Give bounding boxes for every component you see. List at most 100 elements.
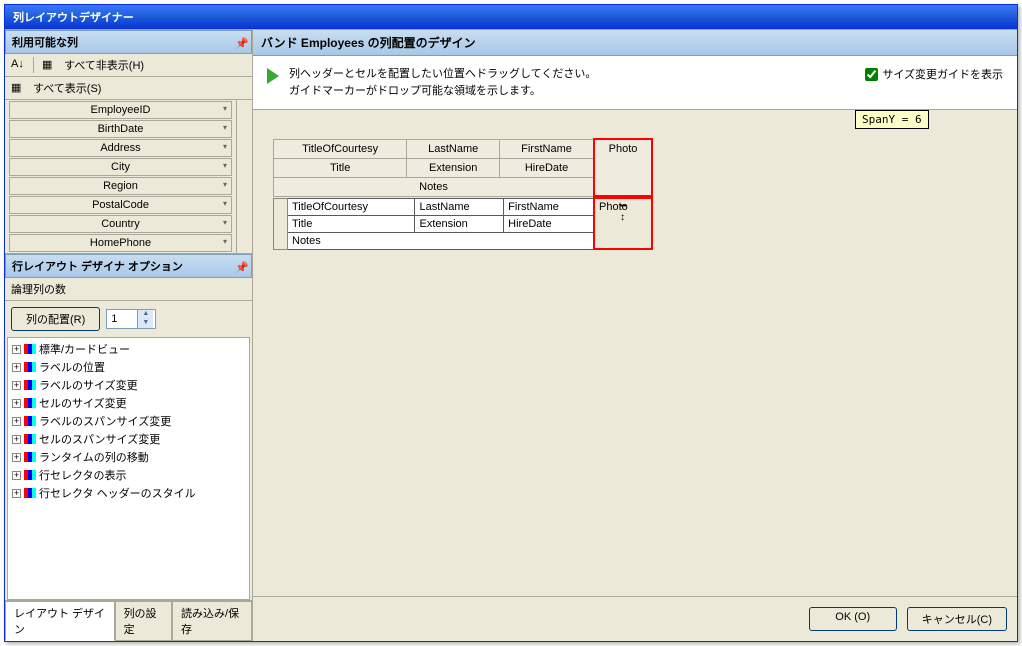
tree-item[interactable]: + ラベルの位置: [10, 358, 247, 376]
grid-icon[interactable]: ▦: [42, 58, 56, 72]
column-item[interactable]: City: [9, 158, 232, 176]
design-surface[interactable]: SpanY = 6 TitleOfCourtesy LastName First…: [253, 110, 1017, 596]
tree-item[interactable]: + ランタイムの列の移動: [10, 448, 247, 466]
tab-column-settings[interactable]: 列の設定: [115, 601, 172, 641]
window-title: 列レイアウトデザイナー: [13, 12, 134, 24]
available-columns-label: 利用可能な列: [12, 34, 78, 50]
data-layout-table[interactable]: TitleOfCourtesy LastName FirstName Photo…: [273, 197, 653, 250]
arrange-row: 列の配置(R) ▲ ▼: [5, 301, 252, 337]
tree-item[interactable]: + 行セレクタの表示: [10, 466, 247, 484]
color-icon: [24, 470, 36, 480]
tree-item[interactable]: + セルのスパンサイズ変更: [10, 430, 247, 448]
tree-label: ラベルの位置: [39, 359, 105, 375]
data-cell-photo[interactable]: Photo ━↕: [594, 198, 652, 249]
tree-label: セルのスパンサイズ変更: [39, 431, 160, 447]
expand-icon[interactable]: +: [12, 381, 21, 390]
spinner-down[interactable]: ▼: [137, 319, 153, 328]
tree-item[interactable]: +セルのサイズ変更: [10, 394, 247, 412]
available-columns-header: 利用可能な列 📌: [5, 30, 252, 54]
arrange-columns-button[interactable]: 列の配置(R): [11, 307, 100, 331]
left-panel: 利用可能な列 📌 A↓ ▦ すべて非表示(H) ▦ すべて表示(S) Emplo…: [5, 30, 253, 641]
column-item[interactable]: Address: [9, 139, 232, 157]
options-header: 行レイアウト デザイナ オプション 📌: [5, 254, 252, 278]
column-item[interactable]: PostalCode: [9, 196, 232, 214]
header-cell-photo[interactable]: Photo: [594, 139, 652, 196]
data-cell[interactable]: Extension: [415, 215, 504, 232]
data-cell[interactable]: Title: [288, 215, 415, 232]
play-icon: [267, 68, 279, 84]
tree-label: ラベルのスパンサイズ変更: [39, 413, 171, 429]
hide-all-link[interactable]: すべて非表示(H): [64, 57, 144, 73]
data-cell[interactable]: FirstName: [504, 198, 594, 215]
header-cell[interactable]: TitleOfCourtesy: [274, 139, 407, 158]
tree-label: ランタイムの列の移動: [39, 449, 149, 465]
header-cell[interactable]: FirstName: [500, 139, 594, 158]
color-icon: [24, 452, 36, 462]
resize-cursor-icon: ━↕: [620, 201, 626, 223]
sort-az-icon[interactable]: A↓: [11, 58, 25, 72]
separator: [33, 57, 34, 73]
expand-icon[interactable]: +: [12, 399, 21, 408]
pin-icon[interactable]: 📌: [235, 261, 245, 271]
logical-cols-spinner[interactable]: ▲ ▼: [106, 309, 156, 329]
color-icon: [24, 434, 36, 444]
expand-icon[interactable]: +: [12, 417, 21, 426]
expand-icon[interactable]: +: [12, 435, 21, 444]
tree-item[interactable]: + ラベルのスパンサイズ変更: [10, 412, 247, 430]
right-panel: バンド Employees の列配置のデザイン 列ヘッダーとセルを配置したい位置…: [253, 30, 1017, 641]
header-cell[interactable]: Extension: [407, 158, 500, 177]
header-layout-table[interactable]: TitleOfCourtesy LastName FirstName Photo…: [273, 138, 653, 197]
tree-label: 行セレクタの表示: [39, 467, 127, 483]
expand-icon[interactable]: +: [12, 489, 21, 498]
tree-label: 行セレクタ ヘッダーのスタイル: [39, 485, 196, 501]
guide-checkbox-input[interactable]: [865, 68, 878, 81]
hint-line-2: ガイドマーカーがドロップ可能な領域を示します。: [289, 83, 855, 100]
color-icon: [24, 344, 36, 354]
options-tree: +標準/カードビュー +ラベルの位置 +ラベルのサイズ変更 +セルのサイズ変更 …: [7, 337, 250, 600]
options-panel: 行レイアウト デザイナ オプション 📌 論理列の数 列の配置(R) ▲ ▼: [5, 253, 252, 641]
ok-button[interactable]: OK (O): [809, 607, 897, 631]
span-tooltip: SpanY = 6: [855, 110, 929, 129]
scrollbar[interactable]: [236, 100, 252, 253]
show-all-link[interactable]: すべて表示(S): [33, 80, 101, 96]
header-cell[interactable]: HireDate: [500, 158, 594, 177]
data-cell[interactable]: HireDate: [504, 215, 594, 232]
data-cell[interactable]: TitleOfCourtesy: [288, 198, 415, 215]
tab-load-save[interactable]: 読み込み/保存: [172, 601, 252, 641]
tree-item[interactable]: + ラベルのサイズ変更: [10, 376, 247, 394]
tree-label: ラベルのサイズ変更: [39, 377, 138, 393]
expand-icon[interactable]: +: [12, 453, 21, 462]
header-cell[interactable]: LastName: [407, 139, 500, 158]
column-item[interactable]: EmployeeID: [9, 101, 232, 119]
cancel-button[interactable]: キャンセル(C): [907, 607, 1007, 631]
column-item[interactable]: Country: [9, 215, 232, 233]
hint-line-1: 列ヘッダーとセルを配置したい位置へドラッグしてください。: [289, 66, 855, 83]
tab-layout-design[interactable]: レイアウト デザイン: [5, 601, 115, 641]
expand-icon[interactable]: +: [12, 363, 21, 372]
header-cell[interactable]: Notes: [274, 177, 595, 196]
show-guide-checkbox[interactable]: サイズ変更ガイドを表示: [865, 66, 1003, 82]
hint-text: 列ヘッダーとセルを配置したい位置へドラッグしてください。 ガイドマーカーがドロッ…: [289, 66, 855, 99]
dialog-footer: OK (O) キャンセル(C): [253, 596, 1017, 641]
color-icon: [24, 380, 36, 390]
data-cell[interactable]: Notes: [288, 232, 595, 249]
column-item[interactable]: HomePhone: [9, 234, 232, 252]
column-item[interactable]: BirthDate: [9, 120, 232, 138]
color-icon: [24, 398, 36, 408]
grid-icon-2[interactable]: ▦: [11, 81, 25, 95]
tree-item[interactable]: +標準/カードビュー: [10, 340, 247, 358]
expand-icon[interactable]: +: [12, 471, 21, 480]
hint-bar: 列ヘッダーとセルを配置したい位置へドラッグしてください。 ガイドマーカーがドロッ…: [253, 56, 1017, 110]
column-item[interactable]: Region: [9, 177, 232, 195]
spinner-up[interactable]: ▲: [137, 310, 153, 319]
pin-icon[interactable]: 📌: [235, 37, 245, 47]
expand-icon[interactable]: +: [12, 345, 21, 354]
title-bar: 列レイアウトデザイナー: [5, 5, 1017, 29]
data-cell[interactable]: LastName: [415, 198, 504, 215]
content-area: 利用可能な列 📌 A↓ ▦ すべて非表示(H) ▦ すべて表示(S) Emplo…: [5, 29, 1017, 641]
options-header-label: 行レイアウト デザイナ オプション: [12, 258, 183, 274]
tree-item[interactable]: + 行セレクタ ヘッダーのスタイル: [10, 484, 247, 502]
spinner-input[interactable]: [107, 310, 137, 328]
row-selector[interactable]: [274, 198, 288, 249]
header-cell[interactable]: Title: [274, 158, 407, 177]
